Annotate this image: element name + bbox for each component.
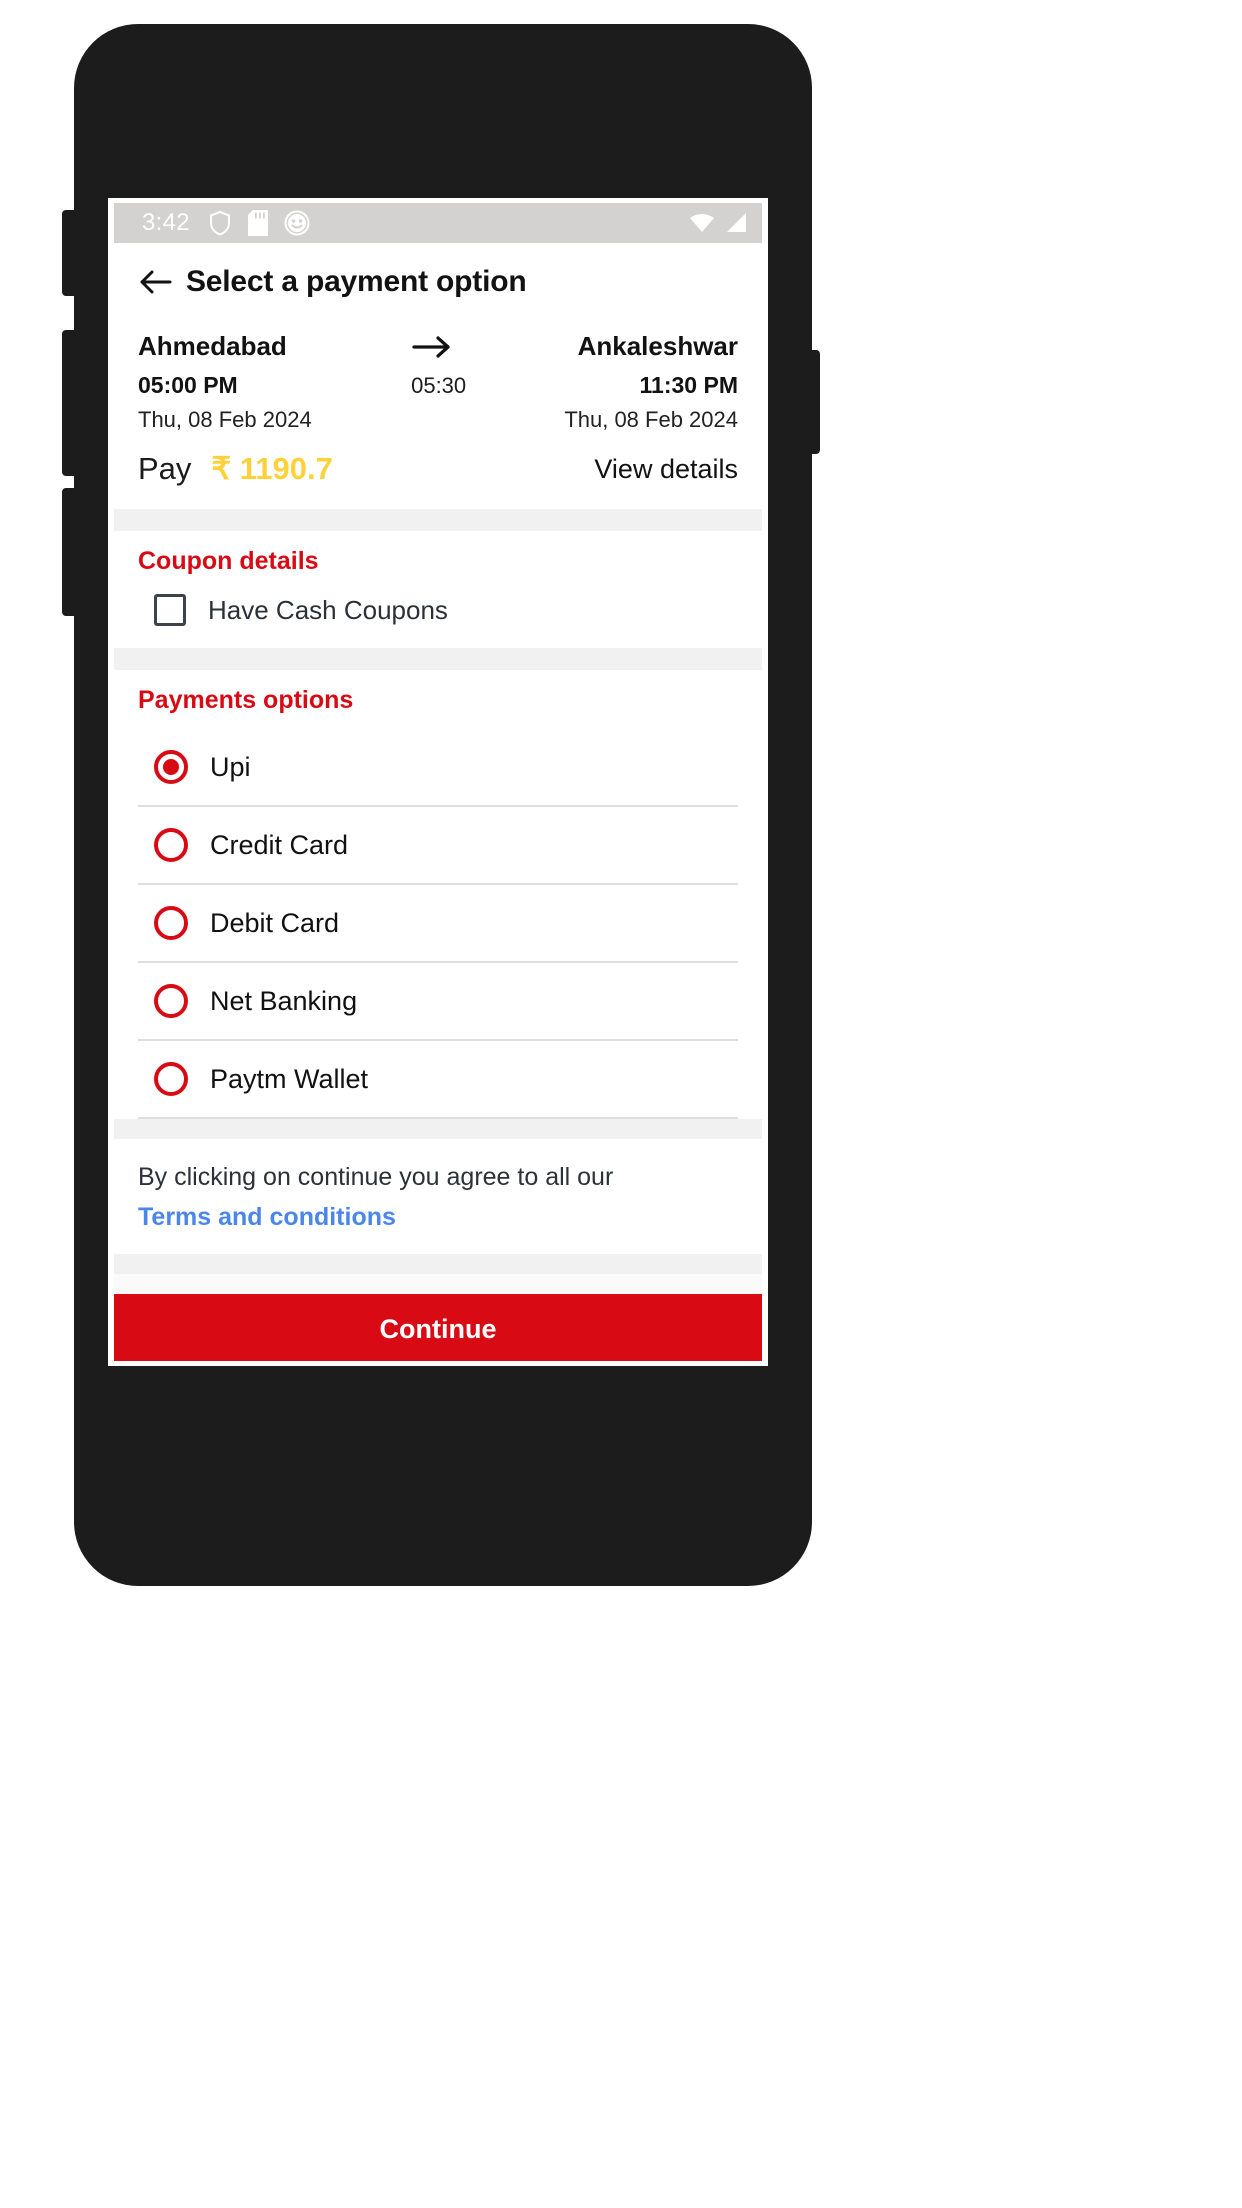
- status-bar-clock: 3:42: [142, 209, 190, 236]
- page-title: Select a payment option: [186, 265, 527, 298]
- payment-option-label: Credit Card: [210, 829, 349, 860]
- section-divider-2: [114, 648, 762, 670]
- have-cash-coupons-row[interactable]: Have Cash Coupons: [138, 590, 738, 632]
- screen-content: 3:42 Select a payment option Ahmedabad A…: [114, 203, 762, 1361]
- continue-button-label: Continue: [379, 1313, 497, 1344]
- have-cash-coupons-label: Have Cash Coupons: [208, 594, 448, 625]
- right-arrow-icon: [412, 335, 452, 359]
- screenshot-root: 3:42 Select a payment option Ahmedabad A…: [0, 0, 1242, 2208]
- wifi-icon: [688, 212, 716, 234]
- phone-side-button-3: [62, 488, 78, 616]
- status-bar-notification-icons: [208, 210, 310, 236]
- radio-net-banking[interactable]: [154, 984, 188, 1018]
- back-arrow-icon[interactable]: [136, 262, 176, 302]
- have-cash-coupons-checkbox[interactable]: [154, 594, 186, 626]
- sd-card-icon: [247, 210, 268, 236]
- app-header: Select a payment option: [114, 243, 762, 321]
- departure-date: Thu, 08 Feb 2024: [138, 407, 312, 432]
- journey-summary: Ahmedabad Ankaleshwar 05:00 PM 05:30 11:…: [114, 321, 762, 433]
- face-emoji-icon: [284, 210, 310, 236]
- payment-option-label: Paytm Wallet: [210, 1063, 369, 1094]
- payments-section: Payments options Upi Credit Card Debit C…: [114, 670, 762, 1119]
- section-divider-1: [114, 509, 762, 531]
- radio-paytm-wallet[interactable]: [154, 1062, 188, 1096]
- cellular-signal-icon: [724, 212, 748, 234]
- arrival-date: Thu, 08 Feb 2024: [564, 407, 738, 432]
- section-divider-5: [114, 1274, 762, 1295]
- radio-credit-card[interactable]: [154, 828, 188, 862]
- destination-city: Ankaleshwar: [577, 331, 738, 361]
- coupon-section: Coupon details Have Cash Coupons: [114, 531, 762, 648]
- payment-options-list: Upi Credit Card Debit Card Net Banking P…: [138, 729, 738, 1119]
- payment-option-credit-card[interactable]: Credit Card: [138, 807, 738, 885]
- section-divider-3: [114, 1119, 762, 1139]
- payment-option-upi[interactable]: Upi: [138, 729, 738, 807]
- journey-duration: 05:30: [411, 372, 467, 398]
- phone-side-button-1: [62, 210, 78, 296]
- status-bar-system-icons: [688, 212, 748, 234]
- section-divider-4: [114, 1254, 762, 1275]
- payment-option-label: Debit Card: [210, 907, 340, 938]
- shield-icon: [208, 210, 232, 236]
- pay-amount: ₹ 1190.7: [211, 451, 333, 486]
- coupon-section-title: Coupon details: [138, 547, 319, 575]
- arrival-time: 11:30 PM: [639, 372, 738, 398]
- terms-section: By clicking on continue you agree to all…: [114, 1139, 762, 1255]
- payment-option-debit-card[interactable]: Debit Card: [138, 885, 738, 963]
- phone-side-button-right: [806, 350, 820, 454]
- continue-button[interactable]: Continue: [114, 1294, 762, 1361]
- pay-label: Pay: [138, 451, 192, 486]
- payment-option-label: Net Banking: [210, 985, 358, 1016]
- payments-section-title: Payments options: [138, 686, 354, 714]
- terms-and-conditions-link[interactable]: Terms and conditions: [138, 1203, 396, 1232]
- payment-option-label: Upi: [210, 751, 251, 782]
- view-details-button[interactable]: View details: [594, 454, 738, 485]
- payment-option-paytm-wallet[interactable]: Paytm Wallet: [138, 1041, 738, 1119]
- terms-agreement-text: By clicking on continue you agree to all…: [138, 1163, 614, 1191]
- payment-option-net-banking[interactable]: Net Banking: [138, 963, 738, 1041]
- radio-debit-card[interactable]: [154, 906, 188, 940]
- radio-upi[interactable]: [154, 750, 188, 784]
- departure-time: 05:00 PM: [138, 372, 238, 398]
- phone-screen: 3:42 Select a payment option Ahmedabad A…: [108, 198, 768, 1366]
- pay-summary-row: Pay ₹ 1190.7 View details: [114, 433, 762, 509]
- origin-city: Ahmedabad: [138, 331, 287, 361]
- phone-side-button-2: [62, 330, 78, 476]
- status-bar: 3:42: [114, 203, 762, 243]
